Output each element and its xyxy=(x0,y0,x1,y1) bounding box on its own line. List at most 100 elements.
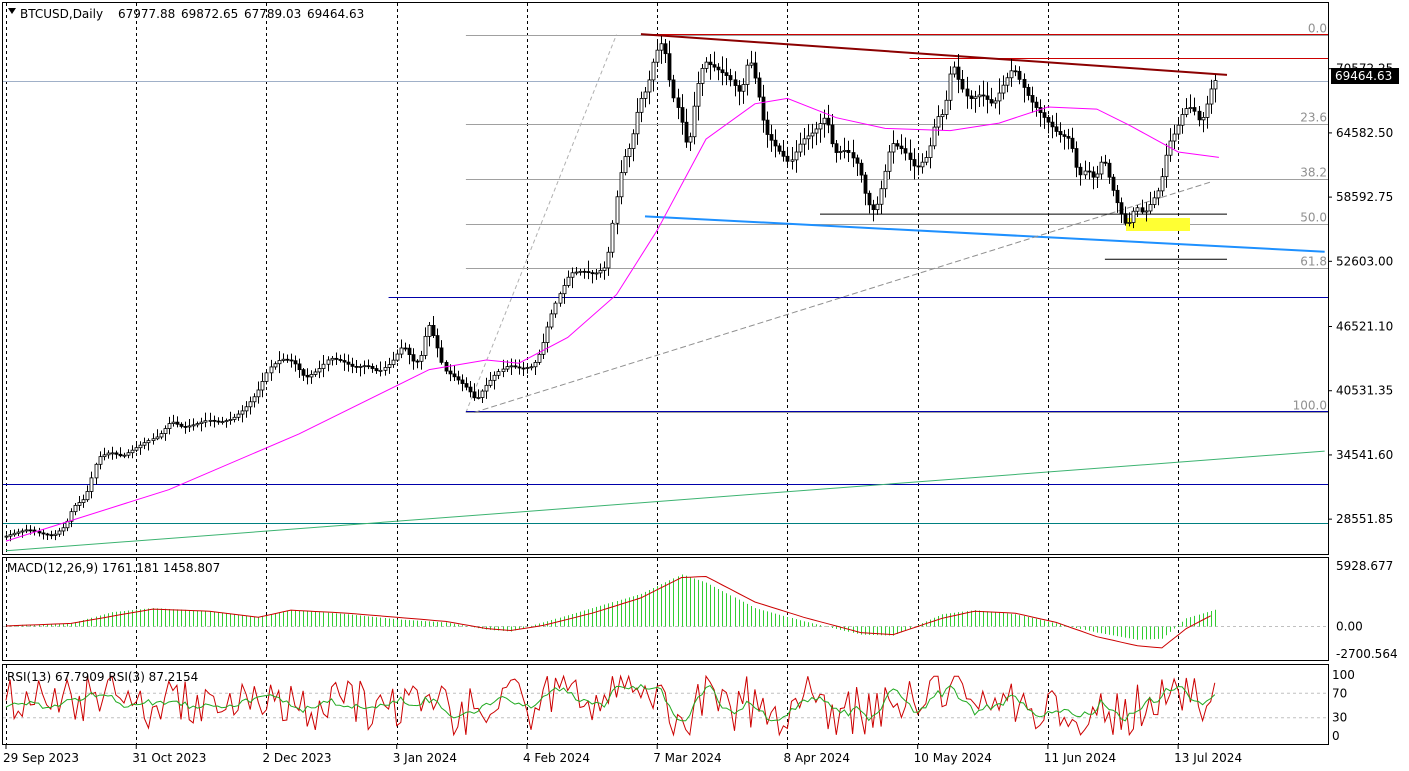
candle-body-182 xyxy=(745,64,750,85)
candle-body-134 xyxy=(549,313,554,328)
macd-tick-2: -2700.564 xyxy=(1336,647,1398,661)
candle-body-180 xyxy=(737,85,742,92)
ohlc-low: 67789.03 xyxy=(244,7,301,21)
candle-body-115 xyxy=(472,391,477,399)
candle-body-234 xyxy=(956,66,961,80)
fib-label-5: 100.0 xyxy=(1293,399,1327,413)
trading-chart[interactable]: BTCUSD,Daily 67977.88 69872.65 67789.03 … xyxy=(0,0,1409,771)
candle-171 xyxy=(700,64,705,96)
candle-body-36 xyxy=(151,438,156,441)
candle-70 xyxy=(289,353,294,368)
candle-body-110 xyxy=(452,373,457,378)
candle-body-8 xyxy=(37,531,42,534)
menu-triangle-icon[interactable] xyxy=(8,8,16,14)
candle-body-118 xyxy=(484,384,489,392)
candle-body-197 xyxy=(806,135,811,140)
candle-99 xyxy=(407,344,412,365)
candle-body-68 xyxy=(281,358,286,361)
candle-body-28 xyxy=(118,453,123,457)
time-label-7: 10 May 2024 xyxy=(914,751,992,765)
candle-body-102 xyxy=(419,355,424,362)
candle-162 xyxy=(663,39,668,64)
candle-65 xyxy=(269,359,274,381)
candle-body-178 xyxy=(728,75,733,81)
candle-16 xyxy=(69,508,74,528)
candle-body-128 xyxy=(525,367,530,369)
candle-body-10 xyxy=(45,533,50,536)
candle-body-262 xyxy=(1070,137,1075,149)
candle-232 xyxy=(948,66,953,110)
candle-282 xyxy=(1152,190,1157,209)
highlight-zone[interactable] xyxy=(1126,218,1190,231)
candle-207 xyxy=(846,140,851,163)
candle-54 xyxy=(224,418,229,428)
candle-body-70 xyxy=(289,359,294,362)
candle-268 xyxy=(1095,165,1100,188)
candle-body-81 xyxy=(334,357,339,360)
fibonacci-retracement[interactable]: 0.0 23.6 38.2 50.0 61.8 100.0 xyxy=(465,22,1328,413)
candle-body-185 xyxy=(757,77,762,98)
candle-44 xyxy=(183,421,188,434)
candle-53 xyxy=(220,416,225,425)
candle-176 xyxy=(720,56,725,86)
trend-lines[interactable] xyxy=(5,33,1325,552)
candle-198 xyxy=(810,123,815,149)
candle-body-168 xyxy=(688,136,693,143)
candle-body-207 xyxy=(846,149,851,153)
candle-225 xyxy=(920,153,925,174)
candle-204 xyxy=(834,140,839,163)
candle-body-160 xyxy=(655,49,660,63)
candle-body-43 xyxy=(179,423,184,427)
macd-indicator xyxy=(3,574,1328,649)
candle-15 xyxy=(65,518,70,532)
candle-body-90 xyxy=(370,366,375,369)
candle-body-186 xyxy=(761,96,766,121)
candle-229 xyxy=(936,105,941,136)
candle-body-121 xyxy=(496,371,501,376)
candle-164 xyxy=(671,74,676,103)
candle-161 xyxy=(659,36,664,64)
candle-130 xyxy=(533,360,538,376)
macd-axis: 5928.677 0.00 -2700.564 xyxy=(1336,559,1398,661)
candle-132 xyxy=(541,333,546,360)
horizontal-lines[interactable] xyxy=(3,34,1328,524)
candle-body-99 xyxy=(407,347,412,356)
candle-body-54 xyxy=(224,420,229,423)
time-label-5: 7 Mar 2024 xyxy=(653,751,721,765)
candle-137 xyxy=(562,278,567,304)
candle-14 xyxy=(61,522,66,536)
candle-body-82 xyxy=(338,359,343,361)
candle-184 xyxy=(753,51,758,85)
candle-body-39 xyxy=(163,428,168,434)
candle-body-127 xyxy=(521,367,526,370)
candle-223 xyxy=(912,148,917,180)
candle-127 xyxy=(521,361,526,376)
candle-124 xyxy=(509,358,514,375)
candle-body-249 xyxy=(1017,70,1022,80)
candle-13 xyxy=(57,527,62,537)
price-label-3: 52603.00 xyxy=(1336,254,1393,268)
candle-150 xyxy=(615,190,620,235)
candle-5 xyxy=(24,524,29,534)
candle-body-175 xyxy=(716,66,721,71)
candle-body-94 xyxy=(387,364,392,368)
candle-body-161 xyxy=(659,43,664,51)
time-label-1: 31 Oct 2023 xyxy=(132,751,206,765)
candle-37 xyxy=(155,429,160,441)
candle-body-30 xyxy=(126,452,131,456)
candle-289 xyxy=(1180,108,1185,134)
candle-body-42 xyxy=(175,421,180,425)
candle-body-147 xyxy=(602,267,607,271)
candle-body-232 xyxy=(948,73,953,101)
candle-body-158 xyxy=(647,79,652,93)
candle-body-200 xyxy=(818,123,823,130)
candle-body-214 xyxy=(875,203,880,211)
candle-body-114 xyxy=(468,386,473,393)
candle-body-190 xyxy=(777,145,782,152)
candle-219 xyxy=(895,139,900,150)
candle-213 xyxy=(871,199,876,222)
candle-82 xyxy=(338,354,343,363)
candle-body-48 xyxy=(199,421,204,424)
candle-115 xyxy=(472,383,477,401)
candle-body-277 xyxy=(1131,210,1136,223)
